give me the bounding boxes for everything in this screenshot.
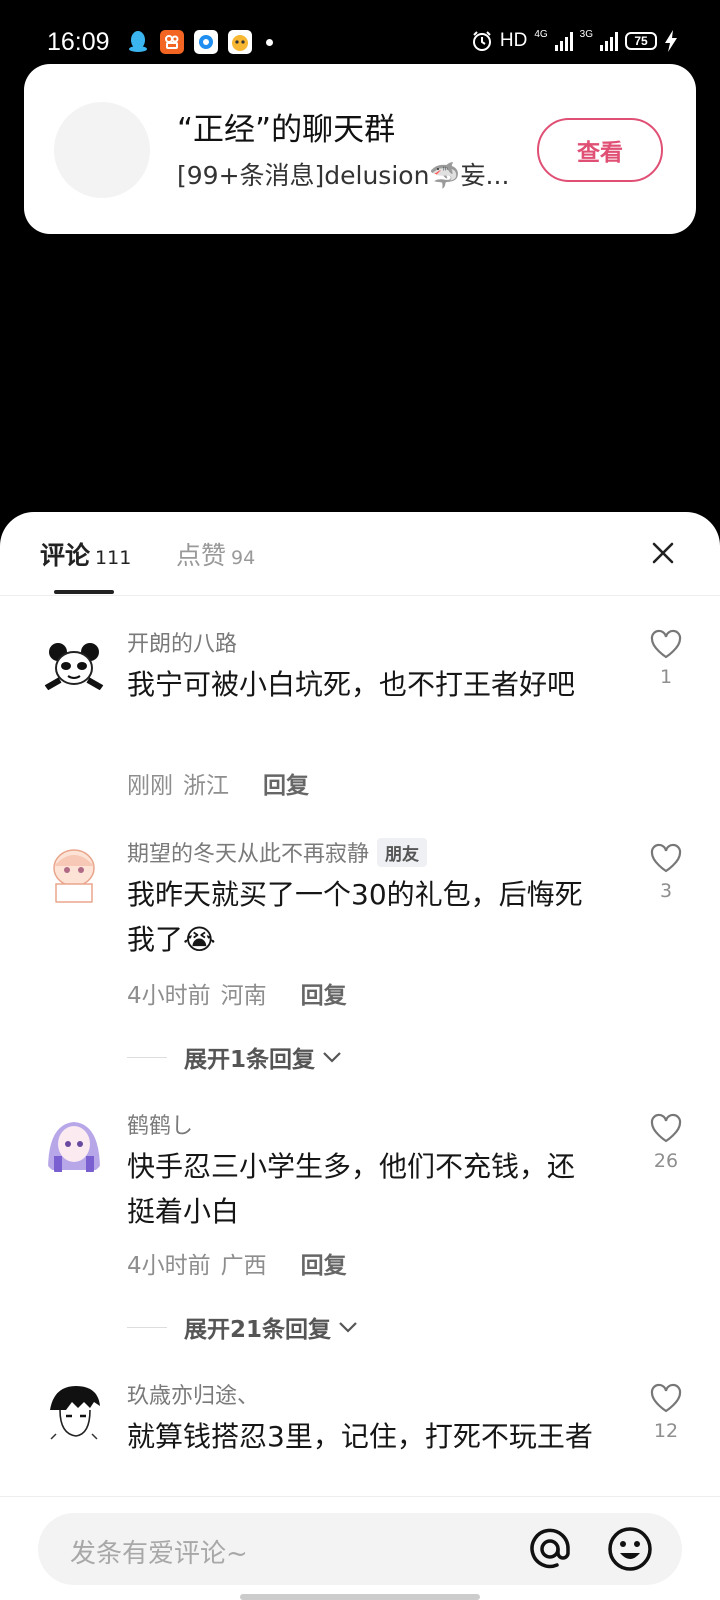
comment-meta: 4小时前 广西 回复 <box>127 1246 347 1280</box>
status-indicators: HD 4G 3G 75 <box>471 30 678 52</box>
comment-location: 广西 <box>220 1253 267 1279</box>
battery-icon: 75 <box>625 32 657 50</box>
comment-location: 河南 <box>220 983 267 1009</box>
friend-badge: 朋友 <box>377 837 428 867</box>
status-app-icons <box>126 30 273 54</box>
expand-replies-label: 展开1条回复 <box>184 1047 316 1073</box>
reply-button[interactable]: 回复 <box>263 766 309 800</box>
tab-comments[interactable]: 评论 111 <box>40 536 131 572</box>
emoji-icon[interactable] <box>606 1525 654 1573</box>
username-text: 开朗的八路 <box>127 632 238 657</box>
browser-icon <box>194 30 218 54</box>
comment-meta: 刚刚 浙江 回复 <box>127 766 309 800</box>
comment-username[interactable]: 玖歳亦归途、 <box>127 1378 259 1410</box>
kuaishou-icon <box>160 30 184 54</box>
mention-icon[interactable] <box>526 1525 574 1573</box>
game-app-icon <box>228 30 252 54</box>
like-count: 12 <box>653 1420 679 1442</box>
comment-username[interactable]: 开朗的八路 <box>127 626 237 658</box>
home-indicator[interactable] <box>240 1594 480 1600</box>
comment-time: 4小时前 <box>127 1253 211 1279</box>
comment-username[interactable]: 鹤鹤し <box>127 1108 193 1140</box>
hd-label: HD <box>499 30 528 51</box>
comment-text: 我宁可被小白坑死，也不打王者好吧 <box>127 668 576 701</box>
comment-username[interactable]: 期望的冬天从此不再寂静 朋友 <box>127 836 428 868</box>
alarm-icon <box>472 31 491 51</box>
comment-input-bar: 发条有爱评论~ <box>0 1496 720 1600</box>
like-button[interactable]: 12 <box>645 1382 687 1442</box>
username-text: 期望的冬天从此不再寂静 <box>127 842 370 867</box>
comments-sheet: 评论 111 点赞 94 开朗的八路 我宁可被小白坑死，也不打王者好吧 刚刚 浙… <box>0 512 720 1600</box>
close-icon[interactable] <box>648 538 678 568</box>
expand-replies-button[interactable]: 展开21条回复 <box>127 1310 358 1344</box>
like-button[interactable]: 3 <box>645 842 687 902</box>
user-avatar[interactable] <box>40 1380 108 1448</box>
user-avatar[interactable] <box>40 634 108 702</box>
comment-text: 就算钱搭忍3里，记住，打死不玩王者 <box>127 1420 593 1453</box>
reply-button[interactable]: 回复 <box>301 976 347 1010</box>
expand-divider <box>127 1326 167 1328</box>
tab-likes-label: 点赞 <box>176 541 227 570</box>
like-count: 1 <box>659 666 673 688</box>
comment-location: 浙江 <box>183 773 229 799</box>
heart-icon <box>650 1383 682 1413</box>
notification-message: [99+条消息]delusion🦈妄... <box>177 161 510 190</box>
network-3g-label: 3G <box>579 29 593 40</box>
username-text: 鹤鹤し <box>127 1114 194 1139</box>
network-4g-label: 4G <box>534 29 548 40</box>
tab-comments-label: 评论 <box>40 541 91 570</box>
expand-replies-button[interactable]: 展开1条回复 <box>127 1040 342 1074</box>
user-avatar[interactable] <box>40 1110 108 1178</box>
user-avatar[interactable] <box>40 840 108 908</box>
view-button[interactable]: 查看 <box>537 118 663 182</box>
comment-time: 4小时前 <box>127 983 211 1009</box>
notification-title: “正经”的聊天群 <box>177 112 396 148</box>
tab-comments-count: 111 <box>95 547 132 569</box>
active-tab-indicator <box>54 590 114 594</box>
tab-likes[interactable]: 点赞 94 <box>176 536 255 572</box>
like-button[interactable]: 26 <box>645 1112 687 1172</box>
heart-icon <box>650 843 682 873</box>
username-text: 玖歳亦归途、 <box>127 1384 260 1409</box>
group-avatar <box>54 102 150 198</box>
tab-likes-count: 94 <box>231 547 256 569</box>
expand-replies-label: 展开21条回复 <box>184 1317 332 1343</box>
tabs-bar: 评论 111 点赞 94 <box>0 512 720 596</box>
signal-icon <box>554 31 573 51</box>
heart-icon <box>650 1113 682 1143</box>
message-notification[interactable]: “正经”的聊天群 [99+条消息]delusion🦈妄... 查看 <box>24 64 696 234</box>
chevron-down-icon <box>339 1322 357 1333</box>
comment-meta: 4小时前 河南 回复 <box>127 976 347 1010</box>
status-time: 16:09 <box>47 28 110 56</box>
comment-input[interactable]: 发条有爱评论~ <box>38 1513 682 1585</box>
like-button[interactable]: 1 <box>645 628 687 688</box>
chevron-down-icon <box>323 1052 341 1063</box>
expand-divider <box>127 1056 167 1058</box>
comment-time: 刚刚 <box>127 773 173 799</box>
comment-text: 我昨天就买了一个30的礼包，后悔死我了😭 <box>127 878 583 956</box>
comment-input-placeholder: 发条有爱评论~ <box>70 1539 248 1569</box>
more-notifications-dot <box>266 38 273 46</box>
like-count: 26 <box>653 1150 679 1172</box>
charging-icon <box>665 30 677 52</box>
reply-button[interactable]: 回复 <box>301 1246 347 1280</box>
signal-icon-2 <box>600 31 618 51</box>
heart-icon <box>650 629 682 659</box>
qq-icon <box>126 30 150 54</box>
comment-text: 快手忍三小学生多，他们不充钱，还挺着小白 <box>127 1150 576 1228</box>
like-count: 3 <box>659 880 673 902</box>
